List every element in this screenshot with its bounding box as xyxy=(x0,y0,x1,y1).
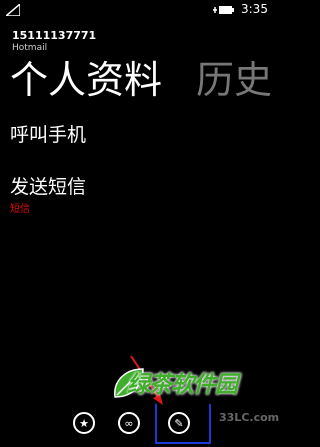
app-bar: ★ ∞ ✎ xyxy=(0,404,266,447)
clock: 3:35 xyxy=(241,2,268,16)
call-mobile-label: 呼叫手机 xyxy=(10,124,87,146)
link-icon: ∞ xyxy=(124,416,134,430)
battery-icon xyxy=(213,6,234,14)
send-sms-label: 发送短信 xyxy=(10,176,87,198)
contact-account: Hotmail xyxy=(12,43,48,53)
send-sms-action[interactable]: 发送短信 短信 xyxy=(10,174,86,215)
watermark-text: 绿茶软件园 xyxy=(127,372,238,398)
link-button[interactable]: ∞ xyxy=(118,412,140,434)
star-icon: ★ xyxy=(79,416,89,430)
call-mobile-action[interactable]: 呼叫手机 xyxy=(10,122,86,148)
favorite-button[interactable]: ★ xyxy=(73,412,95,434)
edit-highlight-box xyxy=(155,404,211,444)
pivot-header: 个人资料 历史 xyxy=(0,54,272,106)
status-bar: 3:35 xyxy=(0,0,268,22)
sms-sublabel: 短信 xyxy=(10,204,30,215)
tab-history[interactable]: 历史 xyxy=(196,54,272,106)
tab-profile[interactable]: 个人资料 xyxy=(10,54,162,106)
contact-name: 15111137771 xyxy=(12,29,97,42)
signal-icon xyxy=(6,4,20,16)
